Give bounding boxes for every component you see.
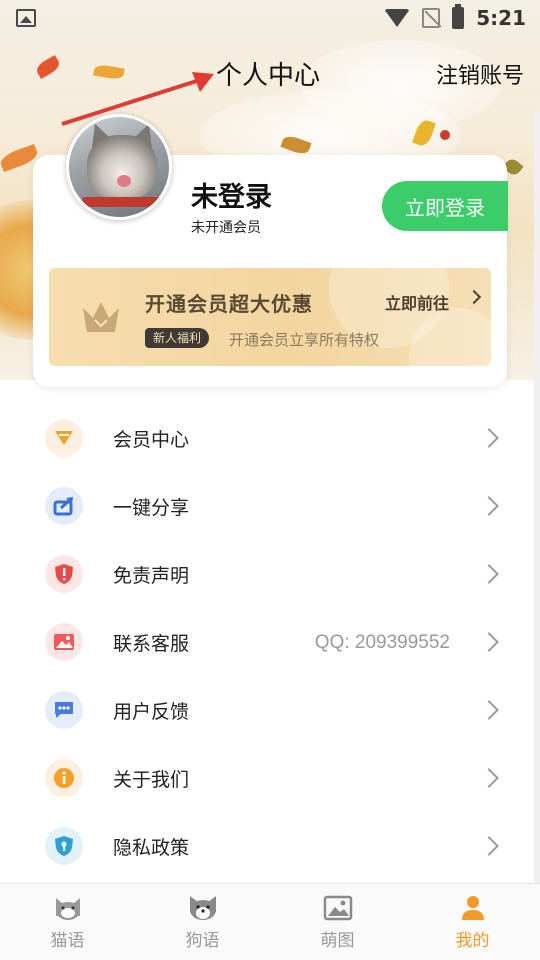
- menu-item-label: 会员中心: [113, 429, 190, 451]
- image-icon: [45, 623, 83, 661]
- menu-list: 会员中心 一键分享 免责声明 联系客服 QQ: 209399552 用户反馈 关…: [0, 404, 540, 880]
- member-status: 未开通会员: [191, 220, 261, 236]
- chevron-right-icon: [479, 768, 499, 788]
- chevron-right-icon: [479, 632, 499, 652]
- info-icon: [45, 759, 83, 797]
- tab-label: 猫语: [50, 931, 85, 951]
- vip-banner[interactable]: 开通会员超大优惠 立即前往 新人福利 开通会员立享所有特权: [49, 268, 491, 366]
- chevron-right-icon: [479, 428, 499, 448]
- annotation-arrow: [61, 72, 214, 126]
- tab-dog[interactable]: 狗语: [135, 884, 270, 960]
- new-user-tag: 新人福利: [145, 328, 210, 348]
- page-title: 个人中心: [216, 61, 321, 91]
- menu-item-label: 联系客服: [113, 633, 190, 655]
- username: 未登录: [191, 182, 272, 213]
- picture-icon: [323, 895, 352, 921]
- chevron-right-icon: [466, 289, 482, 305]
- shield-lock-icon: [45, 827, 83, 865]
- battery-icon: [452, 4, 465, 29]
- vip-go-link[interactable]: 立即前往: [385, 290, 449, 314]
- share-icon: [45, 487, 83, 525]
- tab-label: 我的: [455, 931, 490, 951]
- status-bar: 5:21: [0, 0, 540, 36]
- status-left: [16, 9, 36, 27]
- login-button[interactable]: 立即登录: [382, 181, 508, 231]
- menu-item-about[interactable]: 关于我们: [0, 744, 540, 812]
- gallery-notification-icon: [16, 9, 36, 27]
- menu-item-privacy[interactable]: 隐私政策: [0, 812, 540, 880]
- status-right: 5:21: [384, 4, 526, 30]
- cat-icon: [55, 898, 80, 920]
- chat-icon: [45, 691, 83, 729]
- crown-icon: [83, 302, 119, 332]
- tab-label: 萌图: [320, 931, 355, 951]
- menu-item-label: 一键分享: [113, 497, 190, 519]
- menu-item-share[interactable]: 一键分享: [0, 472, 540, 540]
- menu-item-label: 用户反馈: [113, 701, 190, 723]
- chevron-right-icon: [479, 564, 499, 584]
- scrollbar[interactable]: [534, 110, 540, 900]
- vip-title: 开通会员超大优惠: [145, 292, 313, 316]
- menu-item-label: 关于我们: [113, 769, 190, 791]
- chevron-right-icon: [479, 496, 499, 516]
- vip-subtitle: 开通会员立享所有特权: [229, 331, 380, 349]
- no-sim-icon: [422, 8, 441, 28]
- menu-item-member-center[interactable]: 会员中心: [0, 404, 540, 472]
- diamond-icon: [45, 419, 83, 457]
- shield-alert-icon: [45, 555, 83, 593]
- menu-item-label: 隐私政策: [113, 837, 190, 859]
- bottom-nav: 猫语 狗语 萌图 我的: [0, 883, 540, 960]
- chevron-right-icon: [479, 700, 499, 720]
- dog-icon: [189, 896, 216, 920]
- logout-account-button[interactable]: 注销账号: [436, 58, 524, 90]
- tab-label: 狗语: [185, 931, 220, 951]
- menu-item-feedback[interactable]: 用户反馈: [0, 676, 540, 744]
- menu-item-disclaimer[interactable]: 免责声明: [0, 540, 540, 608]
- contact-qq: QQ: 209399552: [314, 632, 450, 653]
- person-icon: [461, 896, 484, 920]
- wifi-icon: [384, 9, 411, 27]
- tab-pictures[interactable]: 萌图: [270, 884, 405, 960]
- avatar[interactable]: [66, 114, 172, 220]
- chevron-right-icon: [479, 836, 499, 856]
- tab-mine[interactable]: 我的: [405, 884, 540, 960]
- menu-item-label: 免责声明: [113, 565, 190, 587]
- tab-cat[interactable]: 猫语: [0, 884, 135, 960]
- status-time: 5:21: [476, 6, 526, 30]
- menu-item-contact[interactable]: 联系客服 QQ: 209399552: [0, 608, 540, 676]
